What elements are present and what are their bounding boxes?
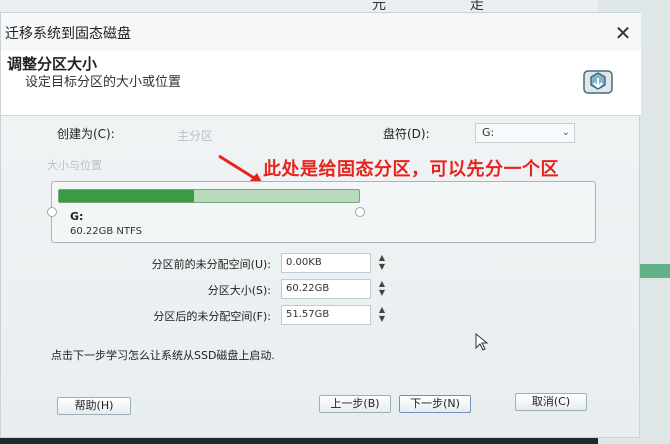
back-button[interactable]: 上一步(B) [319,395,391,413]
partition-used-fill [59,190,194,202]
partition-size-label: 分区大小(S): [207,284,271,297]
unallocated-before-input[interactable]: 0.00KB [281,253,371,273]
create-as-value: 主分区 [177,129,214,143]
size-position-label: 大小与位置 [47,159,102,172]
disk-migrate-icon [583,70,613,94]
title-bar[interactable]: 迁移系统到固态磁盘 ✕ [1,13,641,51]
resize-handle-right[interactable] [355,207,365,217]
unallocated-after-spinner-icon[interactable]: ▲ ▼ [377,305,387,325]
header-area: 调整分区大小 设定目标分区的大小或位置 [1,51,641,116]
unallocated-before-label: 分区前的未分配空间(U): [151,258,271,271]
page-subtitle: 设定目标分区的大小或位置 [25,75,182,90]
unallocated-after-input[interactable]: 51.57GB [281,305,371,325]
unallocated-before-spinner-icon[interactable]: ▲ ▼ [377,253,387,273]
partition-size-bar[interactable] [58,189,360,203]
close-icon[interactable]: ✕ [613,23,633,43]
help-button[interactable]: 帮助(H) [57,397,131,415]
next-button[interactable]: 下一步(N) [399,395,471,413]
create-as-label: 创建为(C): [57,127,115,141]
migrate-os-dialog: 迁移系统到固态磁盘 ✕ 调整分区大小 设定目标分区的大小或位置 创建为(C): … [0,12,641,438]
partition-size-spinner-icon[interactable]: ▲ ▼ [377,279,387,299]
hint-text: 点击下一步学习怎么让系统从SSD磁盘上启动. [51,349,275,362]
annotation-text: 此处是给固态分区，可以先分一个区 [263,159,559,180]
chevron-down-icon: ⌄ [561,127,570,138]
drive-letter-value: G: [482,126,495,139]
drive-letter-label: 盘符(D): [383,127,430,141]
unallocated-after-label: 分区后的未分配空间(F): [153,310,271,323]
partition-size-input[interactable]: 60.22GB [281,279,371,299]
cancel-button[interactable]: 取消(C) [515,393,587,411]
window-title: 迁移系统到固态磁盘 [5,26,131,42]
partition-panel: G: 60.22GB NTFS [47,181,596,243]
drive-letter-select[interactable]: G: ⌄ [475,123,575,143]
mouse-cursor-icon [475,333,489,351]
partition-info: 60.22GB NTFS [70,226,142,237]
resize-handle-left[interactable] [47,207,57,217]
partition-name: G: [70,210,84,223]
